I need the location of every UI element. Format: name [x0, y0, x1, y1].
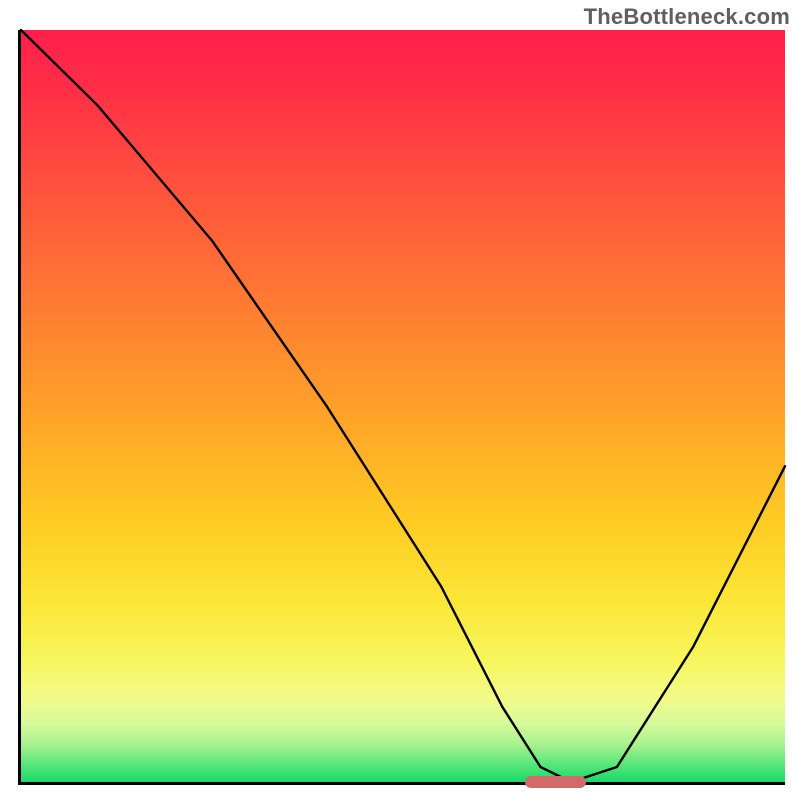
line-series — [21, 30, 785, 782]
watermark-text: TheBottleneck.com — [584, 4, 790, 30]
optimal-range-marker — [525, 776, 586, 788]
chart-container: TheBottleneck.com — [0, 0, 800, 800]
plot-area — [18, 30, 785, 785]
